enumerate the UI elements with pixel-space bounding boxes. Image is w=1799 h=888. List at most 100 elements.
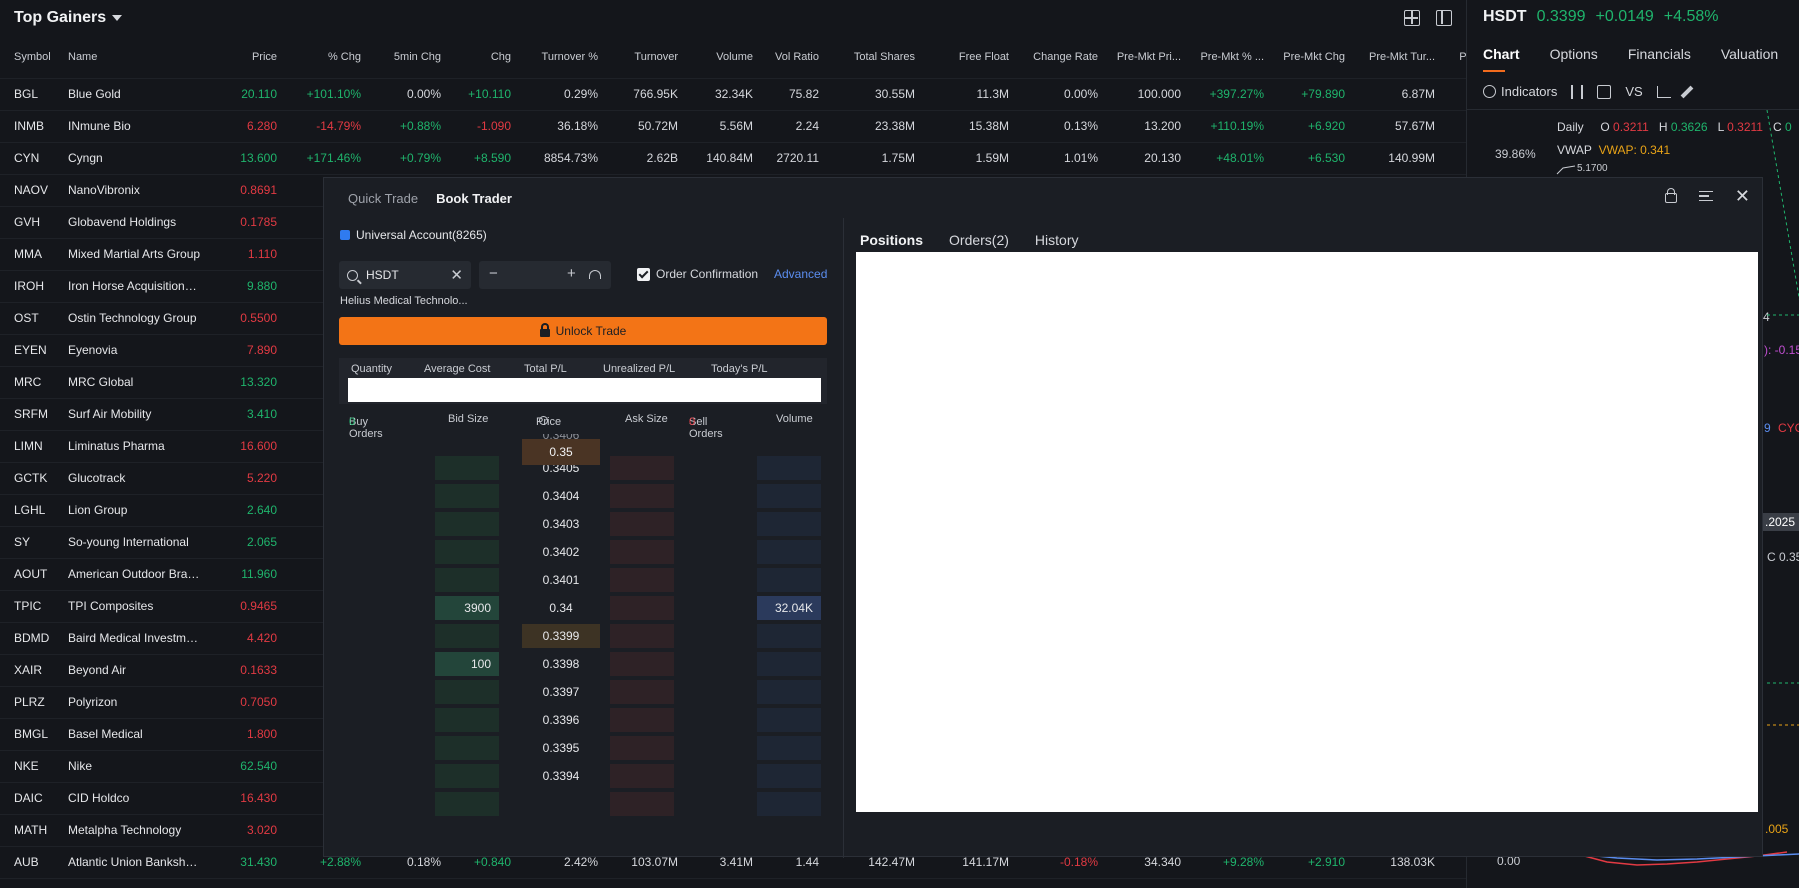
book-row[interactable]: 3900 0.34 32.04K bbox=[339, 594, 827, 622]
chart-type-icon[interactable] bbox=[1656, 85, 1671, 98]
advanced-link[interactable]: Advanced bbox=[774, 267, 827, 281]
ask-size-cell[interactable] bbox=[610, 568, 674, 592]
column-header[interactable]: Pre-Mkt % ... bbox=[1187, 36, 1270, 78]
book-row[interactable]: 0.3403 bbox=[339, 510, 827, 538]
bid-size-cell[interactable] bbox=[435, 484, 499, 508]
table-row[interactable]: CYN Cyngn 13.600 +171.46% +0.79% +8.590 8854.7… bbox=[0, 141, 1466, 174]
column-header[interactable]: Pre-Mkt Tur... bbox=[1351, 36, 1441, 78]
ask-size-cell[interactable] bbox=[610, 624, 674, 648]
table-row[interactable]: INMB INmune Bio 6.280 -14.79% +0.88% -1.090 36… bbox=[0, 109, 1466, 142]
symbol-search-input[interactable]: HSDT ✕ bbox=[339, 261, 471, 289]
compare-vs-button[interactable]: VS bbox=[1625, 84, 1642, 99]
column-header[interactable]: Free Float bbox=[921, 36, 1015, 78]
unlock-trade-button[interactable]: Unlock Trade bbox=[339, 317, 827, 345]
book-row[interactable] bbox=[339, 790, 827, 818]
book-row[interactable]: 0.3404 bbox=[339, 482, 827, 510]
column-header[interactable]: Price bbox=[207, 36, 283, 78]
name-cell: CID Holdco bbox=[62, 781, 207, 814]
column-header[interactable]: Total Shares bbox=[825, 36, 921, 78]
book-row[interactable]: 0.3395 bbox=[339, 734, 827, 762]
bid-size-cell[interactable] bbox=[435, 680, 499, 704]
account-selector[interactable]: Universal Account(8265) bbox=[340, 228, 487, 242]
tab-valuation[interactable]: Valuation bbox=[1721, 46, 1778, 62]
column-header[interactable]: Change Rate bbox=[1015, 36, 1104, 78]
column-header[interactable]: Turnover % bbox=[517, 36, 604, 78]
column-header[interactable]: Vol Ratio bbox=[759, 36, 825, 78]
bid-size-cell[interactable]: 3900 bbox=[435, 596, 499, 620]
column-header[interactable]: Turnover bbox=[604, 36, 684, 78]
plus-button[interactable]: + bbox=[567, 265, 576, 282]
speedometer-icon[interactable] bbox=[589, 270, 601, 279]
book-row[interactable]: 0.3402 bbox=[339, 538, 827, 566]
bid-size-cell[interactable] bbox=[435, 624, 499, 648]
recenter-icon[interactable] bbox=[539, 416, 548, 425]
tab-chart[interactable]: Chart bbox=[1483, 46, 1520, 72]
data-cell: -1.090 bbox=[447, 109, 517, 142]
bid-size-cell[interactable] bbox=[435, 456, 499, 480]
book-row[interactable]: 0.3399 bbox=[339, 622, 827, 650]
ask-size-cell[interactable] bbox=[610, 792, 674, 816]
bid-size-cell[interactable] bbox=[435, 736, 499, 760]
name-cell: Atlantic Union Bankshares bbox=[62, 845, 207, 878]
book-row[interactable]: 0.3394 bbox=[339, 762, 827, 790]
ask-size-cell[interactable] bbox=[610, 764, 674, 788]
tab-book-trader[interactable]: Book Trader bbox=[436, 191, 512, 206]
bid-size-cell[interactable] bbox=[435, 568, 499, 592]
menu-icon[interactable] bbox=[1698, 191, 1713, 201]
close-icon[interactable]: ✕ bbox=[1735, 187, 1750, 205]
screener-title-dropdown[interactable]: Top Gainers bbox=[14, 9, 123, 27]
collapse-panel-icon[interactable] bbox=[1436, 10, 1452, 26]
lock-icon[interactable] bbox=[1664, 188, 1677, 203]
table-row[interactable]: BGL Blue Gold 20.110 +101.10% 0.00% +10.110 0.… bbox=[0, 77, 1466, 110]
order-confirmation-checkbox[interactable] bbox=[637, 267, 650, 281]
column-header[interactable]: Pre- bbox=[1441, 36, 1466, 78]
clear-icon[interactable]: ✕ bbox=[450, 266, 463, 284]
column-header[interactable]: Pre-Mkt Chg bbox=[1270, 36, 1351, 78]
book-row[interactable]: 0.3401 bbox=[339, 566, 827, 594]
tab-quick-trade[interactable]: Quick Trade bbox=[348, 191, 418, 206]
todays-pl-header: Today's P/L bbox=[711, 363, 768, 375]
column-header[interactable]: Volume bbox=[684, 36, 759, 78]
column-header[interactable]: Name bbox=[62, 36, 207, 78]
book-row[interactable]: 0.3396 bbox=[339, 706, 827, 734]
ask-size-cell[interactable] bbox=[610, 484, 674, 508]
column-header[interactable]: Chg bbox=[447, 36, 517, 78]
ask-size-cell[interactable] bbox=[610, 512, 674, 536]
bid-size-cell[interactable] bbox=[435, 792, 499, 816]
column-header[interactable]: Pre-Mkt Pri... bbox=[1104, 36, 1187, 78]
quantity-stepper[interactable]: − + bbox=[479, 261, 611, 289]
bid-size-cell[interactable] bbox=[435, 764, 499, 788]
ask-size-cell[interactable] bbox=[610, 596, 674, 620]
book-row[interactable]: 0.3397 bbox=[339, 678, 827, 706]
tab-history[interactable]: History bbox=[1035, 232, 1079, 248]
data-cell: +48.01% bbox=[1187, 141, 1270, 174]
ask-size-cell[interactable] bbox=[610, 652, 674, 676]
ask-size-cell[interactable] bbox=[610, 456, 674, 480]
indicators-label: Indicators bbox=[1501, 84, 1558, 99]
minus-button[interactable]: − bbox=[489, 265, 498, 282]
order-confirmation-toggle[interactable]: Order Confirmation bbox=[637, 267, 758, 281]
indicators-button[interactable]: Indicators bbox=[1483, 84, 1557, 99]
bid-size-cell[interactable] bbox=[435, 708, 499, 732]
draw-pen-icon[interactable] bbox=[1680, 85, 1694, 98]
ask-size-cell[interactable] bbox=[610, 540, 674, 564]
ask-size-cell[interactable] bbox=[610, 708, 674, 732]
bid-size-cell[interactable] bbox=[435, 512, 499, 536]
tab-orders[interactable]: Orders(2) bbox=[949, 232, 1009, 248]
ask-size-cell[interactable] bbox=[610, 680, 674, 704]
candlestick-icon[interactable] bbox=[1571, 84, 1584, 99]
tab-positions[interactable]: Positions bbox=[860, 232, 923, 248]
column-header[interactable]: Symbol bbox=[0, 36, 62, 78]
tab-options[interactable]: Options bbox=[1550, 46, 1598, 62]
order-book-ladder[interactable]: 0.3406 0.3405 0.3404 0.3403 0.3402 0.3401 390… bbox=[339, 434, 827, 858]
tab-financials[interactable]: Financials bbox=[1628, 46, 1691, 62]
column-header[interactable]: 5min Chg bbox=[367, 36, 447, 78]
bid-size-cell[interactable] bbox=[435, 540, 499, 564]
column-header[interactable]: % Chg bbox=[283, 36, 367, 78]
grid-icon[interactable] bbox=[1404, 10, 1420, 26]
layout-grid-icon[interactable] bbox=[1597, 84, 1612, 99]
table-row[interactable]: NNVCNanoviricides1.220-12.14%+1.65%-0.17… bbox=[0, 877, 1466, 888]
bid-size-cell[interactable]: 100 bbox=[435, 652, 499, 676]
book-row[interactable]: 100 0.3398 bbox=[339, 650, 827, 678]
ask-size-cell[interactable] bbox=[610, 736, 674, 760]
